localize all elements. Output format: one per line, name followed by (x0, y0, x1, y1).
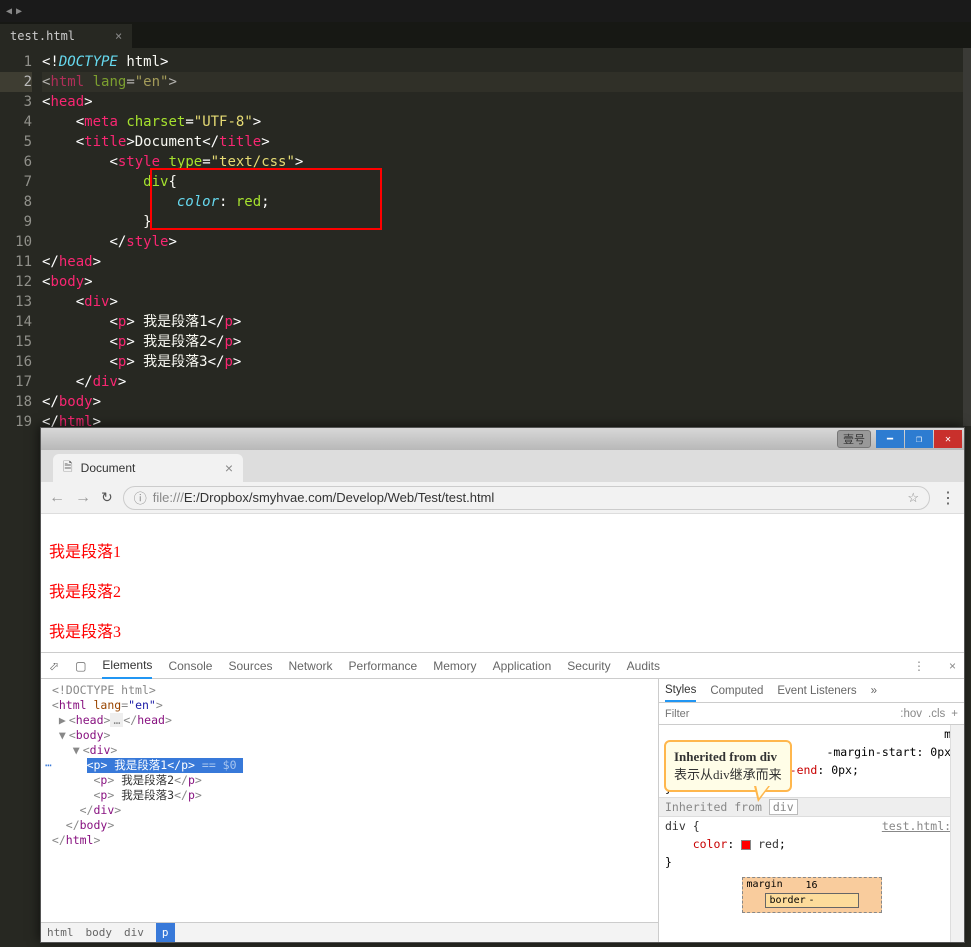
tab-security[interactable]: Security (567, 659, 610, 673)
annotation-tooltip: Inherited from div 表示从div继承而来 (664, 740, 792, 792)
breadcrumb-item[interactable]: div (124, 925, 144, 940)
devtools-toolbar: ⬀ ▢ Elements Console Sources Network Per… (41, 653, 964, 679)
devtools-close-icon[interactable]: × (949, 659, 956, 673)
elements-tree[interactable]: <!DOCTYPE html> <html lang="en"> ▶<head>… (41, 679, 659, 942)
color-swatch-icon[interactable] (741, 840, 751, 850)
editor-tab-title: test.html (10, 29, 75, 43)
subtab-computed[interactable]: Computed (710, 685, 763, 697)
window-close-button[interactable]: ✕ (934, 430, 962, 448)
maximize-button[interactable]: ❐ (905, 430, 933, 448)
element-breadcrumb[interactable]: html body div p (41, 922, 658, 942)
tab-memory[interactable]: Memory (433, 659, 476, 673)
file-icon: 🗎 (63, 458, 73, 479)
tab-application[interactable]: Application (493, 659, 552, 673)
paragraph: 我是段落2 (49, 578, 956, 602)
editor-top-toolbar: ◀ ▶ (0, 0, 971, 22)
tab-audits[interactable]: Audits (627, 659, 660, 673)
tab-network[interactable]: Network (289, 659, 333, 673)
subtab-styles[interactable]: Styles (665, 684, 696, 702)
browser-tab-strip: 🗎 Document × (41, 450, 964, 482)
browser-window: 壹号 ━ ❐ ✕ 🗎 Document × ← → ↻ ⓘ file:///E:… (40, 427, 965, 943)
styles-filter-input[interactable] (665, 708, 894, 720)
box-model-diagram: margin 16 border - (742, 877, 882, 913)
source-link[interactable]: test.html:7 (882, 819, 958, 833)
tab-elements[interactable]: Elements (102, 658, 152, 679)
inherited-from-header: Inherited from div (659, 797, 964, 817)
bookmark-star-icon[interactable]: ☆ (907, 490, 919, 506)
styles-pane: Styles Computed Event Listeners » :hov .… (659, 679, 964, 942)
scrollbar[interactable] (950, 725, 964, 942)
minimize-button[interactable]: ━ (876, 430, 904, 448)
hov-toggle[interactable]: :hov (900, 708, 922, 720)
info-icon[interactable]: ⓘ (134, 488, 147, 507)
subtab-event-listeners[interactable]: Event Listeners (777, 685, 856, 697)
user-badge: 壹号 (837, 430, 871, 448)
breadcrumb-item[interactable]: html (47, 925, 74, 940)
close-icon[interactable]: × (115, 29, 122, 43)
address-bar: ← → ↻ ⓘ file:///E:/Dropbox/smyhvae.com/D… (41, 482, 964, 514)
browser-tab[interactable]: 🗎 Document × (53, 454, 243, 482)
menu-icon[interactable]: ⋮ (940, 488, 956, 508)
add-rule-icon[interactable]: + (951, 708, 958, 720)
line-number-gutter: 12345678910111213141516171819 (0, 48, 42, 428)
forward-icon[interactable]: → (75, 489, 91, 507)
page-viewport: 我是段落1 我是段落2 我是段落3 (41, 514, 964, 652)
editor-tab-bar: test.html × (0, 22, 971, 48)
back-arrow-icon[interactable]: ◀ (6, 6, 12, 17)
cls-toggle[interactable]: .cls (928, 708, 945, 720)
paragraph: 我是段落3 (49, 618, 956, 642)
breadcrumb-item[interactable]: p (156, 923, 175, 942)
url-field[interactable]: ⓘ file:///E:/Dropbox/smyhvae.com/Develop… (123, 486, 930, 510)
window-titlebar[interactable]: 壹号 ━ ❐ ✕ (41, 428, 964, 450)
breadcrumb-item[interactable]: body (86, 925, 113, 940)
tab-sources[interactable]: Sources (228, 659, 272, 673)
styles-filter-row: :hov .cls + (659, 703, 964, 725)
tab-performance[interactable]: Performance (349, 659, 418, 673)
browser-tab-title: Document (81, 461, 136, 475)
styles-rules[interactable]: Inherited from div 表示从div继承而来 m; -margin… (659, 725, 964, 942)
code-content[interactable]: <!DOCTYPE html> <html lang="en"> <head> … (42, 48, 971, 428)
editor-tab[interactable]: test.html × (0, 24, 132, 48)
device-icon[interactable]: ▢ (75, 659, 86, 673)
reload-icon[interactable]: ↻ (101, 489, 113, 506)
styles-subtabs: Styles Computed Event Listeners » (659, 679, 964, 703)
back-icon[interactable]: ← (49, 489, 65, 507)
tab-close-icon[interactable]: × (225, 460, 233, 476)
devtools-panel: ⬀ ▢ Elements Console Sources Network Per… (41, 652, 964, 942)
paragraph: 我是段落1 (49, 538, 956, 562)
inspect-icon[interactable]: ⬀ (49, 659, 59, 673)
code-editor[interactable]: 12345678910111213141516171819 <!DOCTYPE … (0, 48, 971, 428)
devtools-menu-icon[interactable]: ⋮ (913, 659, 925, 673)
subtab-more-icon[interactable]: » (871, 685, 877, 697)
minimap-edge (963, 48, 971, 426)
forward-arrow-icon[interactable]: ▶ (16, 6, 22, 17)
tab-console[interactable]: Console (168, 659, 212, 673)
